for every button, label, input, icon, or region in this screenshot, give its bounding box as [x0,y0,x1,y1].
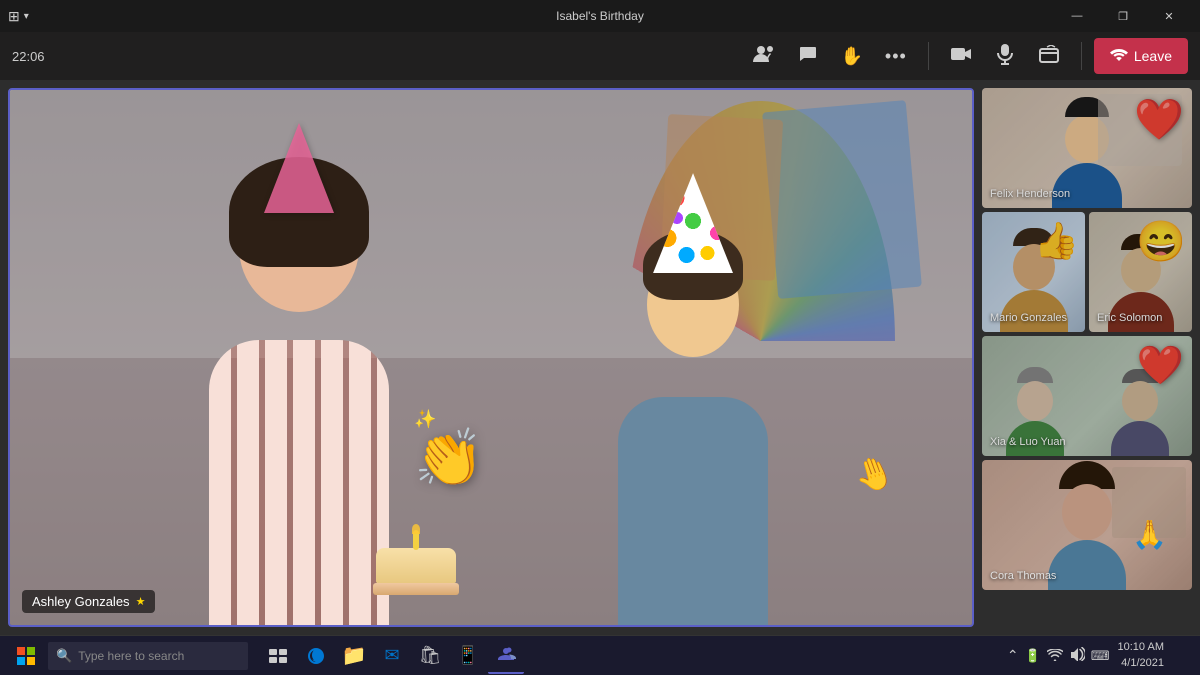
search-icon: 🔍 [56,648,72,664]
tile-row-mario-eric: 👍 Mario Gonzales 😄 Eric Solomon [982,212,1192,332]
teams-button[interactable] [488,638,524,674]
participant-name: Ashley Gonzales [32,594,130,609]
participant-tile-felix[interactable]: ❤️ Felix Henderson [982,88,1192,208]
participant-tile-cora[interactable]: 🙏 Cora Thomas [982,460,1192,590]
view-dropdown-icon[interactable]: ▾ [24,11,29,22]
camera-button[interactable] [941,36,981,76]
chat-button[interactable] [788,36,828,76]
share-button[interactable] [1029,36,1069,76]
store-button[interactable]: 🛍 [412,638,448,674]
leave-button[interactable]: Leave [1094,38,1188,74]
leave-label: Leave [1134,48,1172,64]
taskbar-search[interactable]: 🔍 Type here to search [48,642,248,670]
wifi-icon[interactable] [1047,648,1063,664]
chat-icon [798,44,818,69]
phone-icon [1110,48,1128,64]
camera-icon [950,45,972,68]
phone-button[interactable]: 📱 [450,638,486,674]
minimize-button[interactable]: — [1054,0,1100,32]
close-button[interactable]: ✕ [1146,0,1192,32]
participant-tile-mario[interactable]: 👍 Mario Gonzales [982,212,1085,332]
clock-time: 10:10 AM [1118,640,1164,655]
time-display: 22:06 [12,49,45,64]
mail-button[interactable]: ✉ [374,638,410,674]
more-icon: ••• [885,46,907,67]
presenter-star-icon: ★ [136,595,146,608]
toolbar: 22:06 ✋ ••• [0,32,1200,80]
mic-button[interactable] [985,36,1025,76]
clap-emoji-display: ✨ 👏 [414,409,484,491]
grid-view-icon[interactable]: ⊞ [8,8,20,25]
participants-icon [753,44,775,68]
more-button[interactable]: ••• [876,36,916,76]
volume-icon[interactable] [1069,647,1085,664]
sys-icons-group: ⌃ 🔋 ⌨ [1007,647,1110,664]
chevron-up-icon[interactable]: ⌃ [1007,647,1019,664]
raise-hand-icon: ✋ [841,46,863,67]
task-view-button[interactable] [260,638,296,674]
raise-hand-button[interactable]: ✋ [832,36,872,76]
participant-tile-xia-luo[interactable]: ❤️ Xia & Luo Yuan [982,336,1192,456]
title-bar: ⊞ ▾ Isabel's Birthday — ❐ ✕ [0,0,1200,32]
system-tray: ⌃ 🔋 ⌨ 10:10 AM 4/1/2021 [1007,640,1192,671]
main-video-name-label: Ashley Gonzales ★ [22,590,155,613]
main-content: 🤚 ✨ 👏 Ashley Gonzales ★ [0,80,1200,635]
start-button[interactable] [8,638,44,674]
maximize-button[interactable]: ❐ [1100,0,1146,32]
participants-sidebar: ❤️ Felix Henderson 👍 Mario Gonzales [982,80,1200,635]
taskbar-clock[interactable]: 10:10 AM 4/1/2021 [1118,640,1164,671]
share-icon [1039,45,1059,68]
keyboard-icon[interactable]: ⌨ [1091,648,1110,664]
edge-button[interactable] [298,638,334,674]
window-title: Isabel's Birthday [556,9,644,23]
explorer-button[interactable]: 📁 [336,638,372,674]
participant-tile-eric[interactable]: 😄 Eric Solomon [1089,212,1192,332]
search-placeholder: Type here to search [78,649,184,663]
clock-date: 4/1/2021 [1118,656,1164,671]
participants-button[interactable] [744,36,784,76]
taskbar: 🔍 Type here to search 📁 ✉ 🛍 📱 [0,635,1200,675]
mic-icon [997,43,1013,70]
battery-icon[interactable]: 🔋 [1025,648,1041,664]
main-video-panel: 🤚 ✨ 👏 Ashley Gonzales ★ [8,88,974,627]
taskbar-icons-group: 📁 ✉ 🛍 📱 [260,638,524,674]
